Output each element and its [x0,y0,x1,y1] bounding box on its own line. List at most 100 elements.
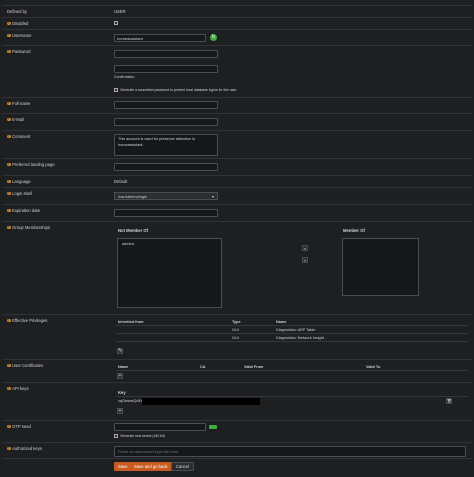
info-icon[interactable]: i [7,386,11,391]
api-key-value: cqOwwwQx5Xj [118,399,144,403]
info-icon[interactable]: i [7,208,11,213]
info-icon[interactable]: i [7,33,11,38]
api-key-row: cqOwwwQx5Xj 🗑 [116,398,468,405]
groups-label: i Group Memberships [7,224,51,230]
disabled-checkbox[interactable] [114,21,118,25]
privileges-label: i Effective Privileges [7,317,48,323]
api-keys-label: i API keys [7,385,29,391]
login-shell-label: i Login shell [7,190,33,196]
otp-seed-input[interactable] [114,423,206,431]
certificates-label: i User Certificates [7,362,44,368]
info-icon[interactable]: i [7,318,11,323]
row-otp-seed: i OTP seed Generate new secret (160 bit) [2,420,472,443]
row-groups: i Group Memberships Not Member Of Member… [2,221,472,315]
member-header: Member Of [343,228,365,233]
full-name-label: i Full name [7,100,31,106]
cancel-button[interactable]: Cancel [171,462,195,471]
edit-privileges-button[interactable]: ✎ [117,348,123,354]
email-input[interactable] [114,118,218,126]
row-actions: Save Save and go back Cancel [2,458,472,477]
refresh-icon[interactable]: ↻ [210,34,217,41]
disabled-label: i Disabled [7,20,29,26]
info-icon[interactable]: i [7,101,11,106]
confirmation-label: Confirmation [114,75,135,79]
delete-api-key-button[interactable]: 🗑 [446,398,452,404]
save-button[interactable]: Save [114,462,132,471]
column-header: CA [198,363,242,371]
info-icon[interactable]: i [7,134,11,139]
save-and-go-back-button[interactable]: Save and go back [130,462,172,471]
row-email: i E-Mail [2,113,472,131]
comment-label: i Comment [7,133,31,139]
scramble-text: Generate a scrambled password to prevent… [120,88,238,92]
row-api-keys: i API keys Key cqOwwwQx5Xj 🗑 + [2,382,472,421]
table-row: GUI Diagnostics: Network Insight [116,333,468,342]
row-privileges: i Effective Privileges Inherited from Ty… [2,314,472,360]
landing-page-input[interactable] [114,163,218,171]
defined-by-label: Defined by [7,9,28,14]
password-input[interactable] [114,50,218,58]
row-landing-page: i Preferred landing page [2,158,472,176]
info-icon[interactable]: i [7,117,11,122]
list-item[interactable]: admins [118,239,221,249]
defined-by-value: USER [114,9,126,14]
row-comment: i Comment This account is used for prese… [2,130,472,159]
chevron-down-icon: ▾ [211,194,214,199]
add-group-button[interactable]: » [302,245,308,251]
username-label: i Username [7,32,32,38]
generate-otp-checkbox[interactable] [114,434,118,438]
username-input[interactable]: homeassistant [114,34,206,42]
info-icon[interactable]: i [7,191,11,196]
column-header: Valid To [364,363,468,371]
pencil-icon: ✎ [118,348,123,354]
column-header: Inherited from [116,318,230,326]
scramble-checkbox[interactable] [114,88,118,92]
privileges-table: Inherited from Type Name GUI Diagnostics… [116,318,468,342]
api-key-header: Key [118,390,126,395]
comment-textarea[interactable]: This account is used for presence detect… [114,134,218,156]
landing-page-label: i Preferred landing page [7,161,55,167]
column-header: Type [230,318,274,326]
row-authorized-keys: i Authorized keys Paste an authorized ke… [2,442,472,459]
user-edit-form: Defined by USER i Disabled i Username ho… [2,0,472,476]
password-confirm-input[interactable] [114,65,218,73]
login-shell-select[interactable]: /usr/sbin/nologin ▾ [114,192,218,200]
column-header: Name [274,318,468,326]
member-list[interactable] [342,238,419,296]
remove-group-button[interactable]: « [302,257,308,263]
row-certificates: i User Certificates Name CA Valid From V… [2,359,472,383]
info-icon[interactable]: i [7,162,11,167]
not-member-list[interactable]: admins [117,238,222,308]
email-label: i E-Mail [7,116,24,122]
info-icon[interactable]: i [7,179,11,184]
full-name-input[interactable] [114,101,218,109]
row-username: i Username homeassistant ↻ [2,29,472,46]
redacted-key [142,398,260,405]
expiration-label: i Expiration date [7,207,41,213]
info-icon[interactable]: i [7,424,11,429]
info-icon[interactable]: i [7,225,11,230]
password-label: i Password [7,48,31,54]
not-member-header: Not Member Of [118,228,149,233]
info-icon[interactable]: i [7,21,11,26]
row-login-shell: i Login shell /usr/sbin/nologin ▾ [2,187,472,205]
key-icon[interactable] [209,425,217,429]
otp-seed-label: i OTP seed [7,423,31,429]
language-label: i Language [7,178,31,184]
authorized-keys-label: i Authorized keys [7,445,42,451]
row-expiration: i Expiration date [2,204,472,222]
expiration-input[interactable] [114,209,218,217]
add-certificate-button[interactable]: + [117,373,123,379]
info-icon[interactable]: i [7,446,11,451]
authorized-keys-textarea[interactable]: Paste an authorized keys file here. [114,446,466,457]
trash-icon: 🗑 [447,399,452,403]
info-icon[interactable]: i [7,363,11,368]
row-full-name: i Full name [2,97,472,114]
generate-otp-text: Generate new secret (160 bit) [120,434,165,438]
info-icon[interactable]: i [7,49,11,54]
language-value: Default [114,179,128,184]
row-password: i Password Confirmation Generate a scram… [2,45,472,98]
column-header: Valid From [242,363,364,371]
add-api-key-button[interactable]: + [117,408,123,414]
certificates-table: Name CA Valid From Valid To [116,363,468,371]
